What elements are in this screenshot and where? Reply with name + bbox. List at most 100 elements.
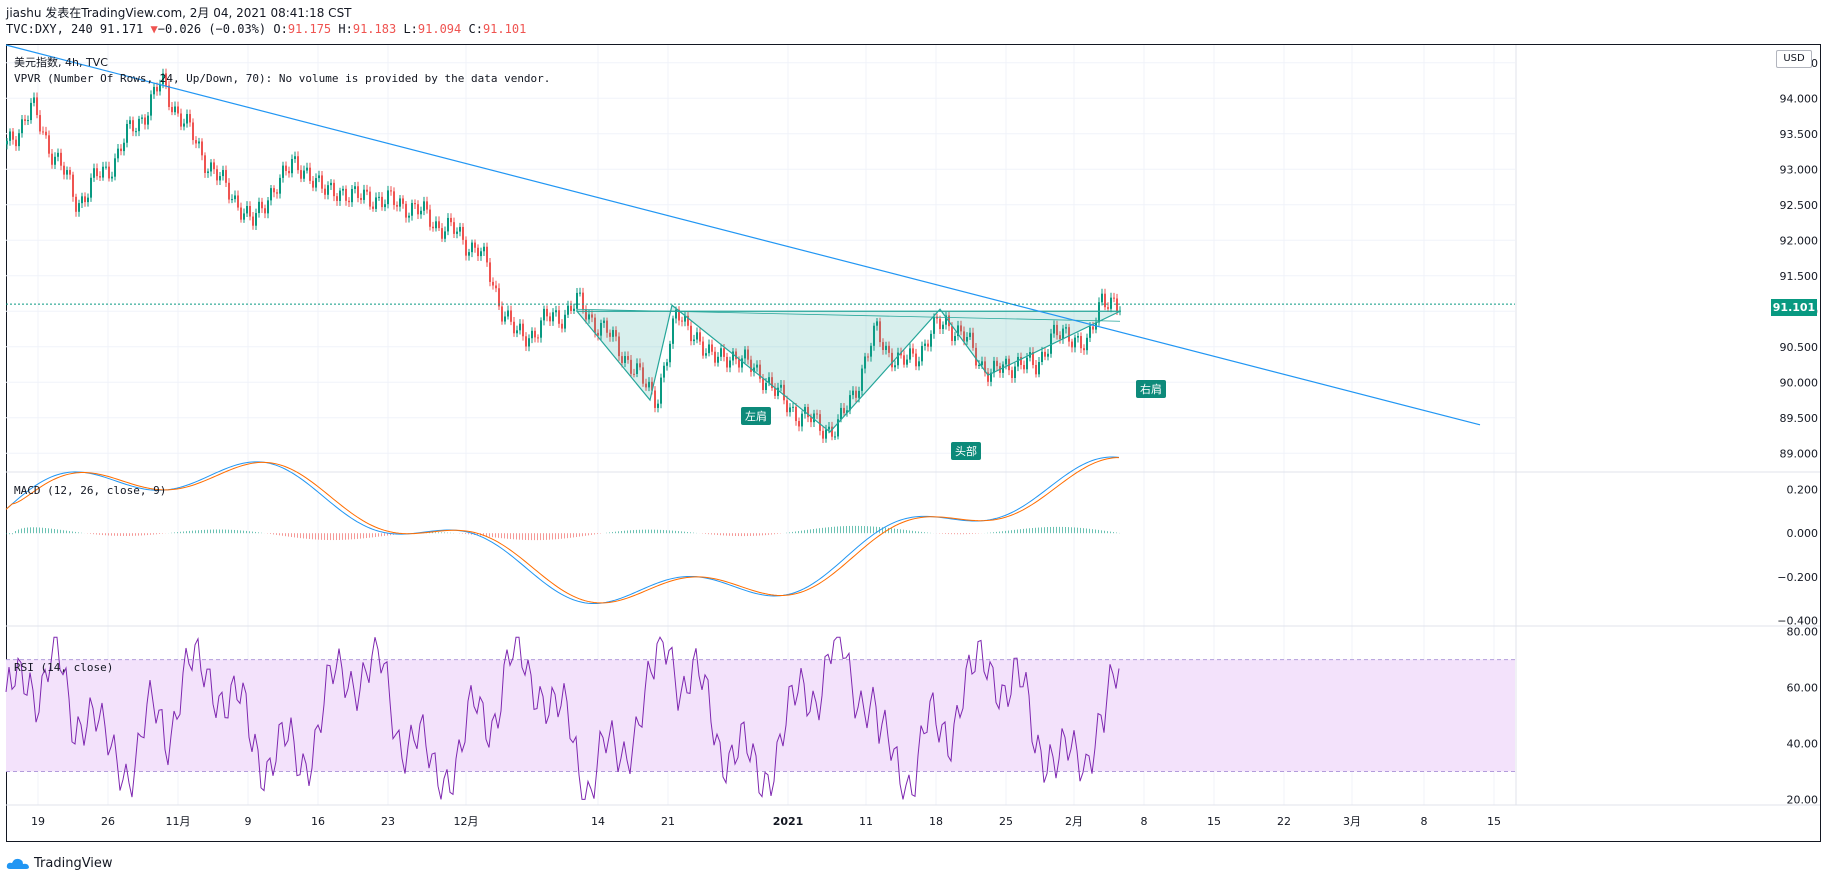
macd-hist-bar xyxy=(630,530,631,534)
candle-body xyxy=(390,190,392,192)
candle-body xyxy=(726,356,728,368)
macd-hist-bar xyxy=(1059,526,1060,534)
candle-body xyxy=(339,190,341,201)
macd-hist-bar xyxy=(123,533,124,536)
candle-body xyxy=(1101,293,1103,303)
macd-hist-bar xyxy=(1110,531,1111,534)
time-tick-label: 8 xyxy=(1421,815,1428,828)
macd-hist-bar xyxy=(1098,529,1099,534)
head-label: 头部 xyxy=(951,442,981,460)
candle-body xyxy=(537,337,539,339)
candle-body xyxy=(243,213,245,220)
candle-body xyxy=(348,200,350,203)
candle-body xyxy=(423,201,425,211)
macd-hist-bar xyxy=(708,533,709,535)
candle-body xyxy=(582,292,584,310)
price-tick-label: 93.500 xyxy=(1780,128,1819,141)
candle-body xyxy=(798,421,800,427)
macd-hist-bar xyxy=(654,529,655,534)
macd-hist-bar xyxy=(927,532,928,534)
macd-hist-bar xyxy=(579,533,580,537)
right-shoulder-label: 右肩 xyxy=(1136,380,1166,398)
candle-body xyxy=(279,177,281,194)
candle-body xyxy=(462,226,464,240)
macd-hist-bar xyxy=(468,533,469,535)
macd-hist-bar xyxy=(684,531,685,534)
candle-body xyxy=(342,188,344,191)
macd-hist-bar xyxy=(18,529,19,534)
currency-button[interactable]: USD xyxy=(1776,50,1812,68)
candle-body xyxy=(729,360,731,368)
macd-hist-bar xyxy=(1083,528,1084,534)
candle-body xyxy=(1074,337,1076,348)
candle-body xyxy=(492,281,494,286)
trendline xyxy=(5,44,1481,426)
macd-hist-bar xyxy=(99,533,100,535)
macd-hist-bar xyxy=(975,533,976,534)
logo-text: TradingView xyxy=(34,856,113,871)
candle-body xyxy=(540,320,542,338)
candle-body xyxy=(285,165,287,171)
candle-body xyxy=(45,131,47,136)
candle-body xyxy=(288,170,290,174)
candle-body xyxy=(420,210,422,215)
rsi-band xyxy=(6,659,1515,772)
macd-hist-bar xyxy=(558,533,559,540)
candle-body xyxy=(1083,348,1085,351)
macd-hist-bar xyxy=(132,533,133,536)
candle-body xyxy=(60,152,62,166)
macd-hist-bar xyxy=(810,529,811,534)
macd-hist-bar xyxy=(354,533,355,540)
macd-hist-bar xyxy=(117,533,118,536)
candle-body xyxy=(456,231,458,234)
macd-hist-bar xyxy=(774,533,775,535)
macd-hist-bar xyxy=(888,527,889,534)
macd-hist-bar xyxy=(537,533,538,541)
candle-body xyxy=(138,118,140,132)
candle-body xyxy=(225,170,227,183)
macd-hist-bar xyxy=(75,531,76,534)
rsi-tick-label: 60.00 xyxy=(1787,682,1819,695)
candle-body xyxy=(201,141,203,156)
candle-body xyxy=(102,166,104,178)
macd-hist-bar xyxy=(921,531,922,534)
macd-hist-bar xyxy=(1032,528,1033,534)
macd-hist-bar xyxy=(54,529,55,534)
macd-hist-bar xyxy=(660,529,661,534)
macd-hist-bar xyxy=(900,529,901,534)
macd-hist-bar xyxy=(201,530,202,534)
macd-hist-bar xyxy=(108,533,109,536)
candle-body xyxy=(1041,351,1043,363)
macd-hist-bar xyxy=(243,530,244,534)
macd-hist-bar xyxy=(507,533,508,539)
macd-hist-bar xyxy=(501,533,502,539)
macd-hist-bar xyxy=(294,533,295,538)
candle-body xyxy=(543,308,545,321)
chart-canvas[interactable]: 94.50094.00093.50093.00092.50092.00091.5… xyxy=(0,0,1828,883)
macd-hist-bar xyxy=(441,532,442,534)
candle-body xyxy=(528,338,530,347)
candle-body xyxy=(42,131,44,133)
macd-hist-bar xyxy=(768,533,769,535)
macd-title: MACD (12, 26, close, 9) xyxy=(14,484,167,497)
rsi-tick-label: 20.00 xyxy=(1787,793,1819,806)
candle-body xyxy=(63,165,65,175)
macd-hist-bar xyxy=(993,532,994,534)
candle-body xyxy=(180,113,182,127)
macd-hist-bar xyxy=(870,526,871,534)
macd-hist-bar xyxy=(732,533,733,536)
macd-hist-bar xyxy=(720,533,721,536)
macd-hist-bar xyxy=(1035,527,1036,534)
macd-hist-bar xyxy=(213,529,214,534)
candle-body xyxy=(378,196,380,198)
macd-hist-bar xyxy=(747,533,748,537)
macd-hist-bar xyxy=(672,530,673,534)
macd-hist-bar xyxy=(219,529,220,534)
macd-hist-bar xyxy=(1080,527,1081,534)
candle-body xyxy=(534,330,536,338)
macd-hist-bar xyxy=(867,526,868,534)
candle-body xyxy=(1092,326,1094,330)
candle-body xyxy=(414,203,416,205)
candle-body xyxy=(36,97,38,116)
macd-hist-bar xyxy=(777,533,778,534)
